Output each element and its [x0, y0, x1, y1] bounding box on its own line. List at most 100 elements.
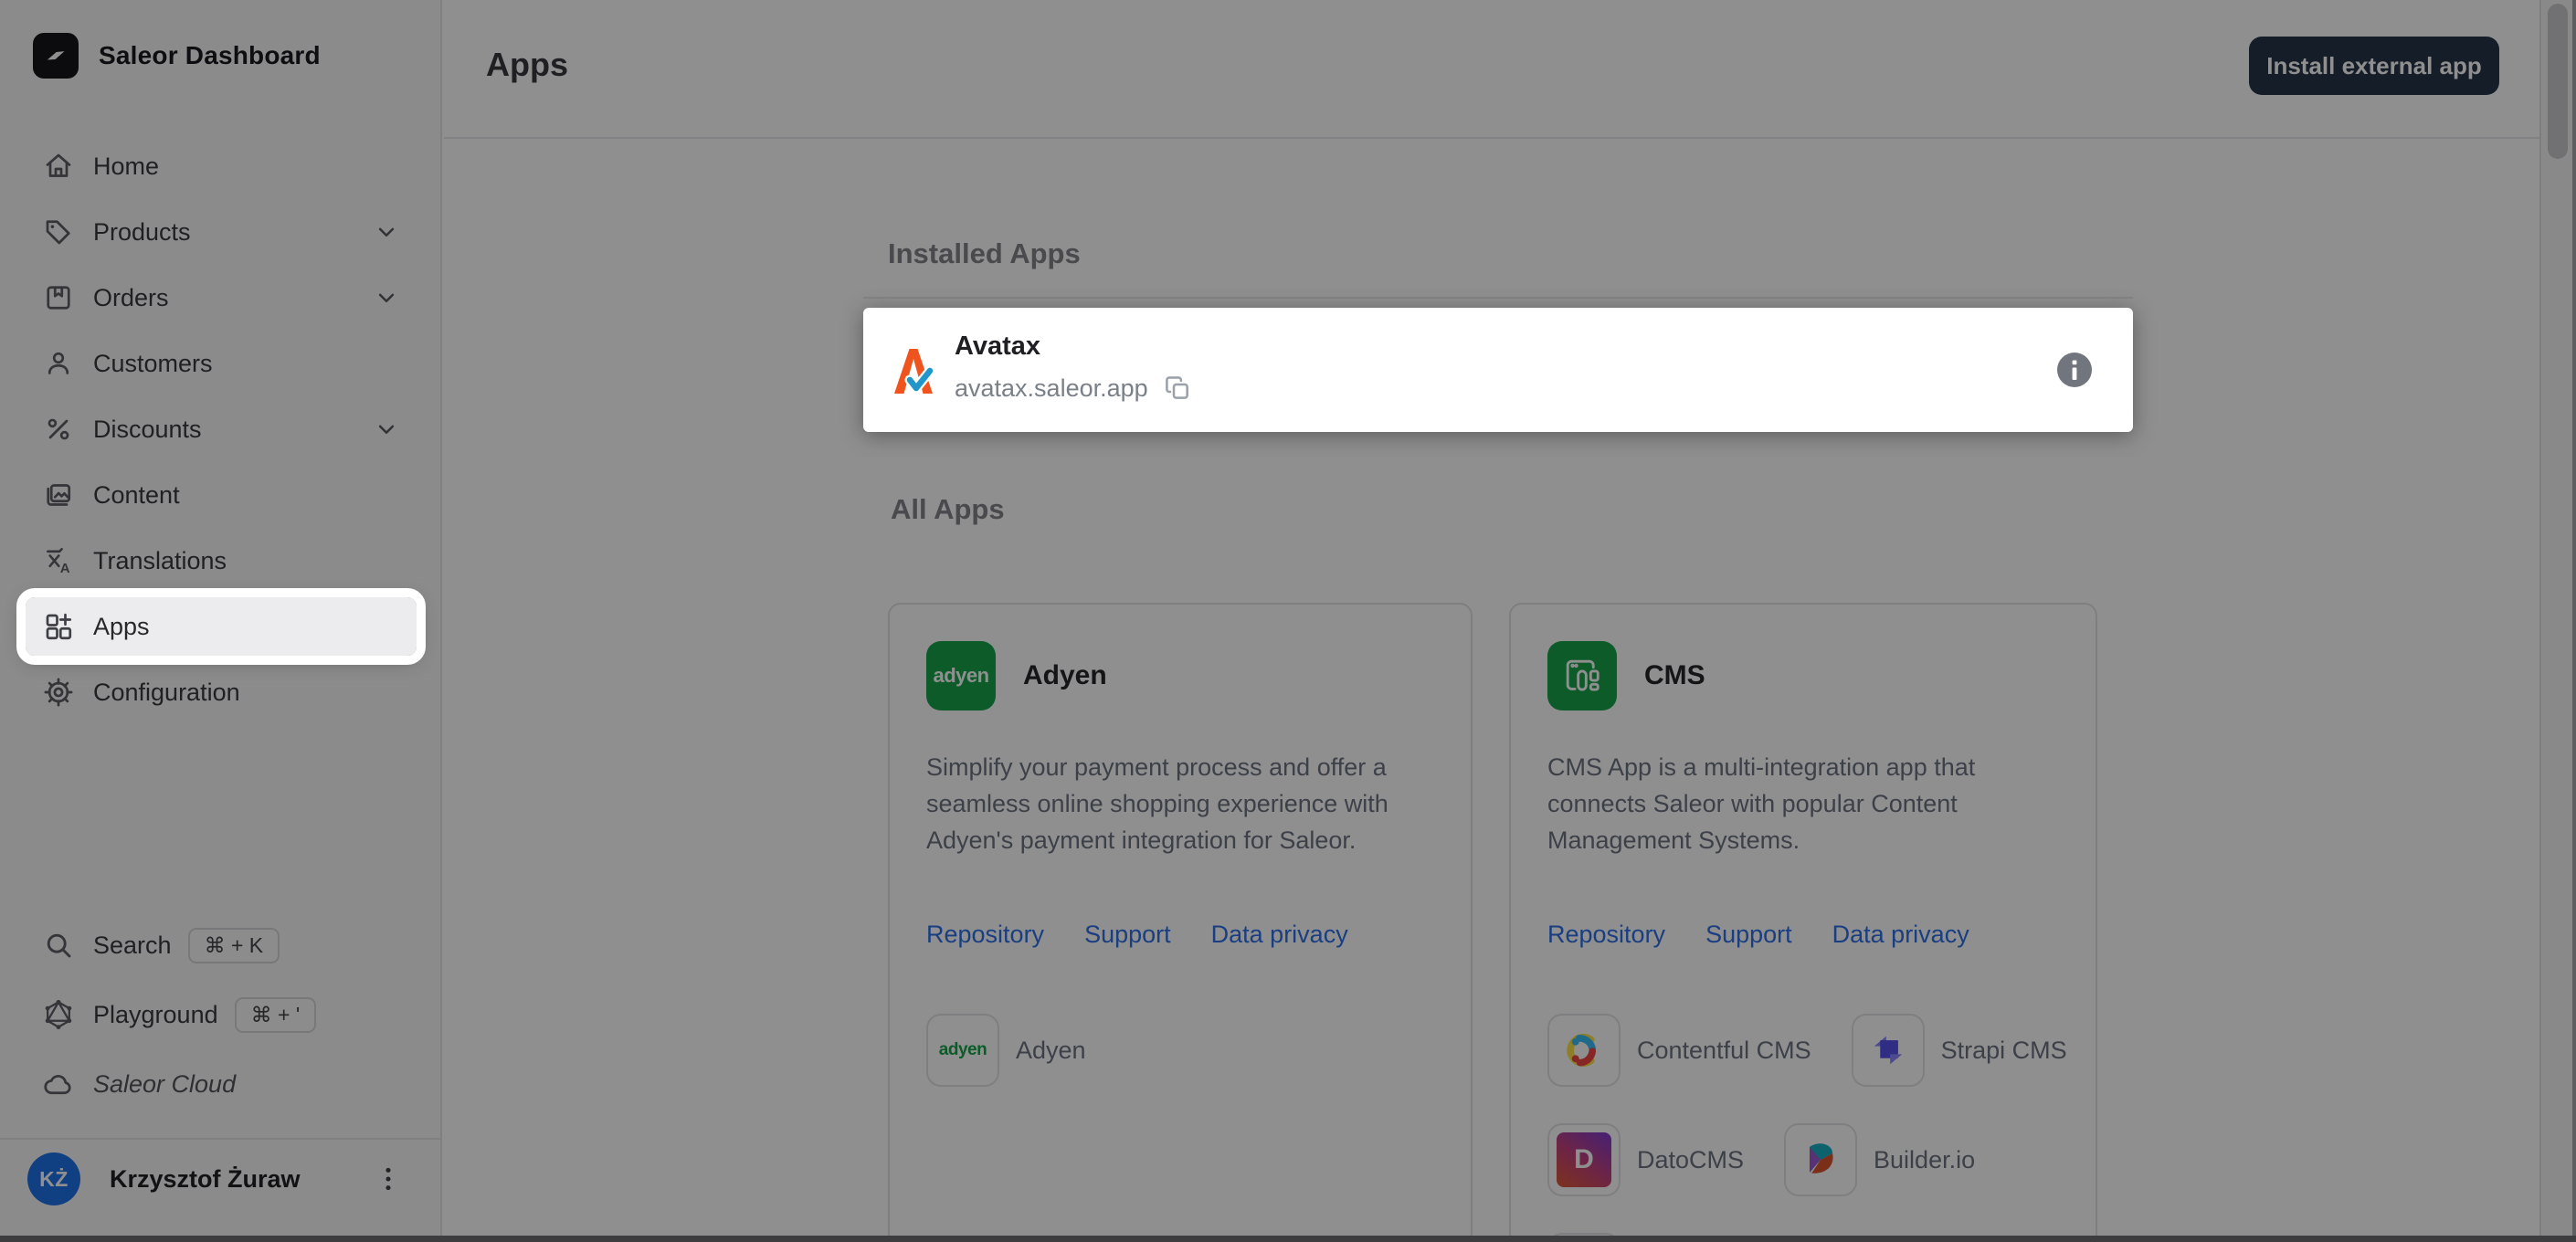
- translate-icon: [42, 544, 75, 577]
- app-card-title: CMS: [1644, 660, 1705, 691]
- installed-app-row-avatax[interactable]: Avatax avatax.saleor.app: [863, 308, 2133, 432]
- app-card-links: Repository Support Data privacy: [926, 921, 1348, 949]
- kebab-menu-icon[interactable]: [373, 1163, 404, 1195]
- chevron-down-icon: [373, 218, 400, 246]
- percent-icon: [42, 413, 75, 446]
- vendor-strapi-cms[interactable]: Strapi CMS: [1852, 1014, 2067, 1087]
- vendor-contentful-cms[interactable]: Contentful CMS: [1547, 1014, 1811, 1087]
- installed-app-name: Avatax: [955, 332, 1040, 362]
- window-bottom-edge: [0, 1236, 2576, 1242]
- home-icon: [42, 150, 75, 183]
- sidebar-utility-label: Saleor Cloud: [93, 1070, 236, 1099]
- datocms-d-letter: D: [1574, 1144, 1594, 1175]
- link-repository[interactable]: Repository: [926, 921, 1044, 949]
- link-support[interactable]: Support: [1705, 921, 1792, 949]
- installed-app-url: avatax.saleor.app: [955, 374, 1148, 403]
- builder-io-logo-icon: [1784, 1123, 1857, 1196]
- link-data-privacy[interactable]: Data privacy: [1211, 921, 1348, 949]
- vendor-datocms[interactable]: D DatoCMS: [1547, 1123, 1744, 1196]
- sidebar-item-playground[interactable]: Playground ⌘ + ': [26, 985, 417, 1044]
- all-apps-heading: All Apps: [891, 493, 1005, 526]
- chevron-down-icon: [373, 284, 400, 311]
- scrollbar-thumb[interactable]: [2548, 4, 2568, 159]
- contentful-cms-logo-icon: [1547, 1014, 1621, 1087]
- sidebar-item-label: Customers: [93, 350, 213, 378]
- sidebar-item-translations[interactable]: Translations: [26, 532, 417, 590]
- keyboard-shortcut-badge: ⌘ + K: [188, 928, 280, 963]
- sidebar-item-products[interactable]: Products: [26, 203, 417, 261]
- tag-icon: [42, 216, 75, 248]
- apps-icon: [42, 610, 75, 643]
- app-card-cms: CMS CMS App is a multi-integration app t…: [1509, 603, 2097, 1242]
- page-title: Apps: [486, 46, 568, 84]
- search-icon: [42, 929, 75, 962]
- installed-apps-divider: [863, 297, 2133, 299]
- folder-icon: [42, 479, 75, 511]
- adyen-logo-icon: adyen: [926, 641, 996, 710]
- main-area: Apps Install external app Installed Apps…: [444, 0, 2576, 1242]
- installed-app-url-row: avatax.saleor.app: [955, 374, 1192, 403]
- saleor-dashboard-apps-screen: Saleor Dashboard Home Products Orders Cu…: [0, 0, 2576, 1242]
- sidebar-item-label: Home: [93, 153, 159, 181]
- cms-glyph-icon: [1561, 655, 1603, 697]
- sidebar-item-search[interactable]: Search ⌘ + K: [26, 916, 417, 974]
- datocms-logo-icon: D: [1547, 1123, 1621, 1196]
- vendor-label: Contentful CMS: [1637, 1037, 1811, 1065]
- keyboard-shortcut-badge: ⌘ + ': [235, 997, 317, 1033]
- sidebar-utility: Search ⌘ + K Playground ⌘ + ' Saleor Clo…: [26, 916, 417, 1124]
- sidebar-divider: [0, 1138, 440, 1140]
- link-repository[interactable]: Repository: [1547, 921, 1665, 949]
- app-card-vendors: Contentful CMS Strapi CMS D DatoCMS Buil…: [1547, 1014, 2074, 1242]
- sidebar-item-apps[interactable]: Apps: [26, 597, 417, 656]
- link-support[interactable]: Support: [1084, 921, 1171, 949]
- adyen-logo-icon: adyen: [926, 1014, 999, 1087]
- chevron-down-icon: [373, 416, 400, 443]
- cloud-icon: [42, 1068, 75, 1100]
- adyen-mini-wordmark: adyen: [939, 1040, 987, 1060]
- sidebar-item-label: Apps: [93, 613, 150, 641]
- vendor-label: DatoCMS: [1637, 1146, 1744, 1174]
- sidebar-item-label: Orders: [93, 284, 169, 312]
- app-card-description: CMS App is a multi-integration app that …: [1547, 749, 2064, 858]
- sidebar-item-discounts[interactable]: Discounts: [26, 400, 417, 458]
- sidebar-item-customers[interactable]: Customers: [26, 334, 417, 393]
- vendor-label: Adyen: [1016, 1037, 1086, 1065]
- page-header: Apps Install external app: [444, 0, 2576, 139]
- vendor-builder-io[interactable]: Builder.io: [1784, 1123, 1975, 1196]
- vendor-label: Builder.io: [1874, 1146, 1975, 1174]
- scrollbar[interactable]: [2539, 0, 2572, 1242]
- window-right-edge: [2572, 0, 2576, 1242]
- info-icon[interactable]: [2056, 352, 2093, 388]
- brand[interactable]: Saleor Dashboard: [33, 33, 321, 79]
- copy-icon[interactable]: [1163, 374, 1192, 403]
- sidebar-item-saleor-cloud[interactable]: Saleor Cloud: [26, 1055, 417, 1113]
- app-card-vendors: adyen Adyen: [926, 1014, 1449, 1087]
- sidebar-item-content[interactable]: Content: [26, 466, 417, 524]
- link-data-privacy[interactable]: Data privacy: [1832, 921, 1969, 949]
- sidebar-utility-label: Search: [93, 932, 172, 960]
- cms-logo-icon: [1547, 641, 1617, 710]
- sidebar-item-label: Products: [93, 218, 191, 247]
- sidebar-item-home[interactable]: Home: [26, 137, 417, 195]
- installed-apps-heading: Installed Apps: [888, 237, 1081, 270]
- install-external-app-button[interactable]: Install external app: [2249, 37, 2499, 95]
- vendor-label: Strapi CMS: [1941, 1037, 2067, 1065]
- sidebar-item-configuration[interactable]: Configuration: [26, 663, 417, 721]
- sidebar-item-orders[interactable]: Orders: [26, 268, 417, 327]
- graphql-icon: [42, 998, 75, 1031]
- saleor-logo-icon: [33, 33, 79, 79]
- vendor-adyen[interactable]: adyen Adyen: [926, 1014, 1086, 1087]
- strapi-cms-logo-icon: [1852, 1014, 1925, 1087]
- avatax-logo-icon: [891, 344, 936, 397]
- app-card-header: adyen Adyen: [926, 641, 1107, 710]
- sidebar-item-label: Content: [93, 481, 180, 510]
- customer-icon: [42, 347, 75, 380]
- user-menu[interactable]: KŻ Krzysztof Żuraw: [27, 1149, 417, 1209]
- app-card-title: Adyen: [1023, 660, 1107, 691]
- sidebar-item-label: Configuration: [93, 679, 240, 707]
- page-content: Installed Apps Avatax avatax.saleor.app …: [444, 141, 2576, 1242]
- sidebar: Saleor Dashboard Home Products Orders Cu…: [0, 0, 442, 1242]
- adyen-wordmark: adyen: [933, 664, 988, 688]
- package-icon: [42, 281, 75, 314]
- sidebar-item-label: Discounts: [93, 416, 202, 444]
